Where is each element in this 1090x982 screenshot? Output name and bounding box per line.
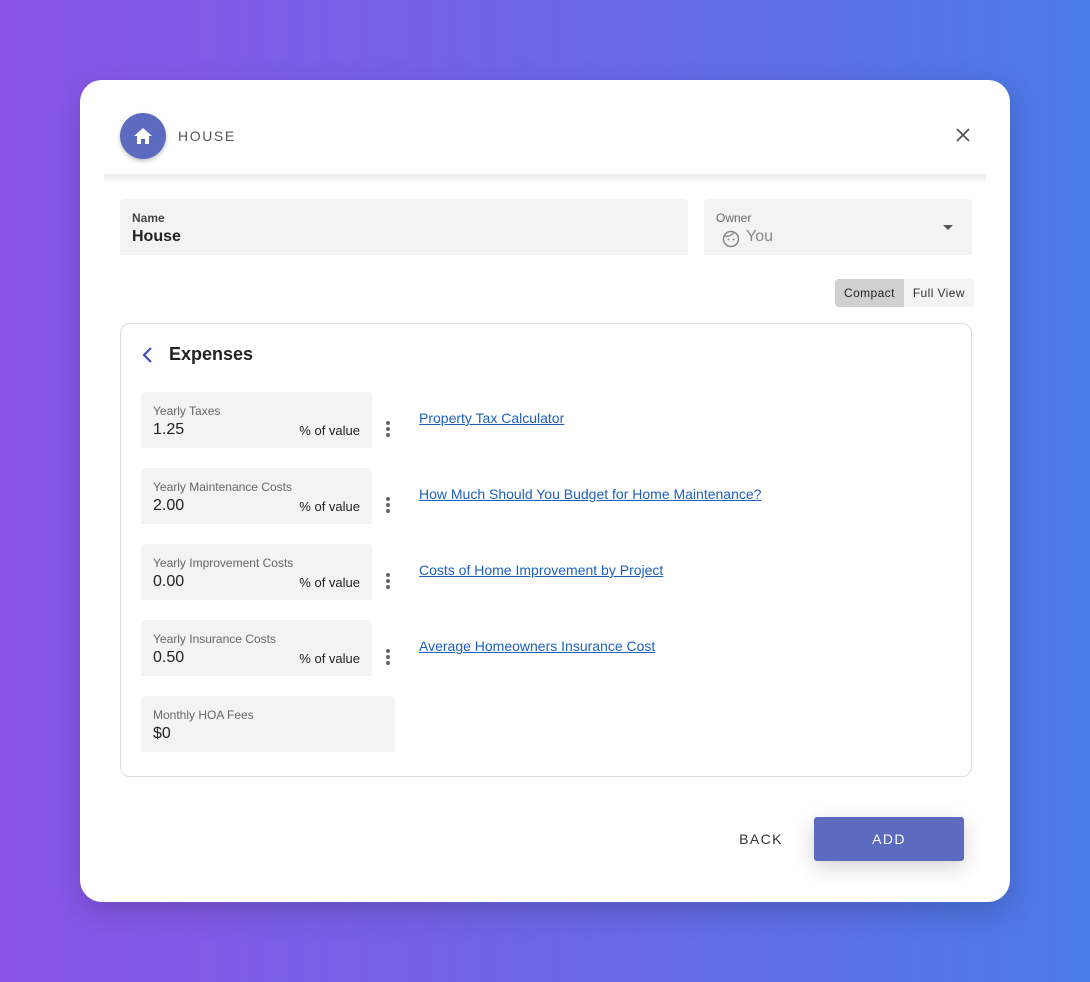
field-label: Yearly Maintenance Costs	[153, 480, 292, 494]
field-label: Yearly Taxes	[153, 404, 221, 418]
field-label: Yearly Insurance Costs	[153, 632, 276, 646]
improvement-costs-link[interactable]: Costs of Home Improvement by Project	[419, 562, 663, 578]
field-value[interactable]: 0.50	[153, 649, 184, 667]
dialog-header: HOUSE	[120, 113, 236, 159]
field-unit: % of value	[299, 575, 360, 590]
yearly-improvement-field[interactable]: Yearly Improvement Costs 0.00 % of value	[141, 544, 372, 600]
field-unit: % of value	[299, 423, 360, 438]
owner-select-value: You	[746, 228, 773, 245]
yearly-maintenance-field[interactable]: Yearly Maintenance Costs 2.00 % of value	[141, 468, 372, 524]
name-field-value[interactable]: House	[132, 228, 181, 246]
view-toggle: Compact Full View	[835, 279, 974, 307]
field-value[interactable]: 2.00	[153, 497, 184, 515]
insurance-cost-link[interactable]: Average Homeowners Insurance Cost	[419, 638, 655, 654]
yearly-insurance-field[interactable]: Yearly Insurance Costs 0.50 % of value	[141, 620, 372, 676]
name-field-label: Name	[132, 211, 165, 225]
toggle-full-view[interactable]: Full View	[904, 279, 974, 307]
yearly-taxes-field[interactable]: Yearly Taxes 1.25 % of value	[141, 392, 372, 448]
expenses-title: Expenses	[169, 344, 254, 364]
field-label: Monthly HOA Fees	[153, 708, 254, 722]
field-label: Yearly Improvement Costs	[153, 556, 294, 570]
more-vert-icon[interactable]	[385, 497, 391, 515]
field-value[interactable]: 1.25	[153, 421, 184, 439]
add-button[interactable]: ADD	[814, 817, 964, 861]
toggle-compact[interactable]: Compact	[835, 279, 904, 307]
property-tax-link[interactable]: Property Tax Calculator	[419, 410, 564, 426]
field-unit: % of value	[299, 499, 360, 514]
header-divider	[104, 174, 986, 184]
back-button[interactable]: BACK	[725, 817, 797, 861]
owner-select-label: Owner	[716, 211, 752, 225]
owner-select[interactable]: Owner You	[704, 199, 972, 255]
more-vert-icon[interactable]	[385, 649, 391, 667]
name-field[interactable]: Name House	[120, 199, 688, 255]
maintenance-budget-link[interactable]: How Much Should You Budget for Home Main…	[419, 486, 761, 502]
face-icon	[722, 230, 740, 248]
field-unit: % of value	[299, 651, 360, 666]
dialog: HOUSE Name House Owner You Compact Full …	[80, 80, 1010, 902]
close-icon[interactable]	[954, 126, 972, 144]
home-icon	[120, 113, 166, 159]
chevron-down-icon	[943, 225, 953, 230]
monthly-hoa-field[interactable]: Monthly HOA Fees $0	[141, 696, 395, 752]
field-value[interactable]: 0.00	[153, 573, 184, 591]
chevron-left-icon[interactable]	[141, 346, 155, 364]
expenses-card: Expenses Yearly Taxes 1.25 % of value Pr…	[120, 323, 972, 777]
field-value[interactable]: $0	[153, 725, 171, 743]
more-vert-icon[interactable]	[385, 421, 391, 439]
more-vert-icon[interactable]	[385, 573, 391, 591]
dialog-title: HOUSE	[178, 128, 236, 144]
